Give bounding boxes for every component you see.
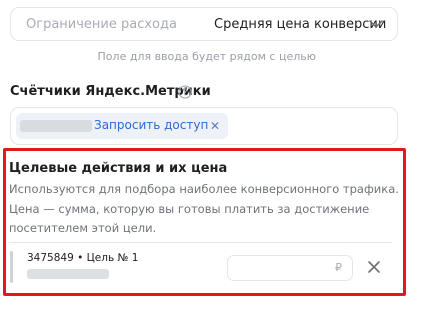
close-icon[interactable]: ✕ [210,119,220,133]
goals-description: Используются для подбора наиболее конвер… [9,182,399,235]
goal-row-marker [10,251,13,283]
expense-limit-hint: Поле для ввода будет рядом с целью [97,50,316,63]
goal-name-redacted [27,269,109,279]
divider [9,242,392,243]
goal-price-input[interactable]: ₽ [227,255,353,281]
metrika-counters-field[interactable]: Запросить доступ ✕ [10,107,398,145]
goal-id-label: 3475849 • Цель № 1 [27,252,139,264]
currency-symbol: ₽ [335,261,342,274]
chevron-down-icon[interactable] [369,19,383,29]
expense-limit-select[interactable]: Ограничение расхода Средняя цена конверс… [10,7,398,41]
close-icon[interactable] [366,259,382,275]
expense-limit-value[interactable]: Средняя цена конверсии [214,17,386,32]
request-access-link[interactable]: Запросить доступ [94,118,208,132]
counter-name-redacted [20,120,92,132]
expense-limit-label: Ограничение расхода [26,17,177,32]
help-icon[interactable] [178,85,192,99]
metrika-counter-tag: Запросить доступ ✕ [16,113,228,139]
goals-section-title: Целевые действия и их цена [9,161,228,176]
